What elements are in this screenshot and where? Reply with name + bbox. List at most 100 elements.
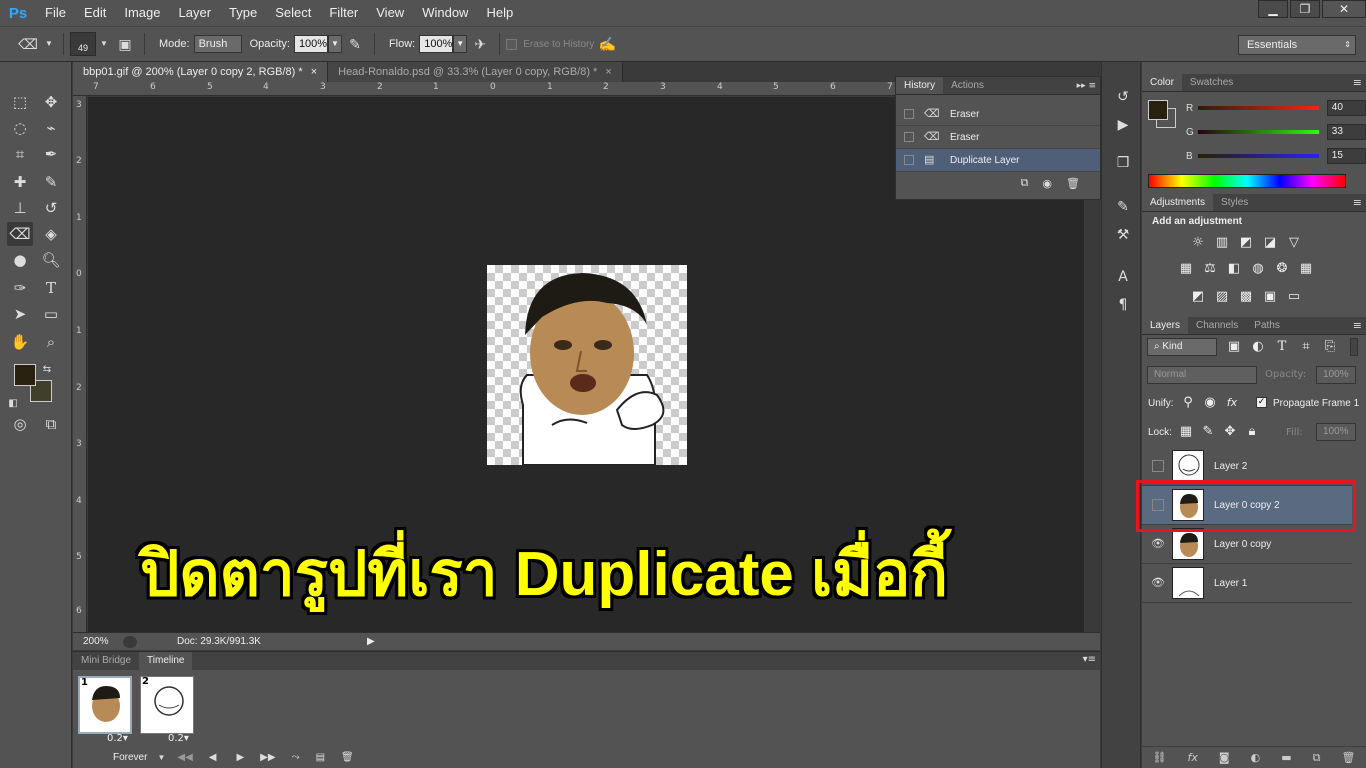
lock-all-icon[interactable]: 🔒︎ <box>1242 423 1262 441</box>
unify-style-icon[interactable]: fx <box>1222 394 1242 412</box>
panel-menu-icon[interactable]: ≡ <box>1353 317 1362 334</box>
vibrance-icon[interactable]: ▽ <box>1284 234 1304 252</box>
tool-presets-icon[interactable]: ⚒ <box>1110 224 1136 246</box>
tab-actions[interactable]: Actions <box>943 77 992 94</box>
eye-icon[interactable]: 👁︎ <box>1150 536 1166 552</box>
delete-frame-icon[interactable]: 🗑︎ <box>341 752 354 763</box>
lock-transparent-icon[interactable]: ▦ <box>1176 423 1196 441</box>
dropdown-arrow-icon[interactable]: ▼ <box>44 34 54 54</box>
filter-adjustment-icon[interactable]: ◐ <box>1248 338 1268 356</box>
layer-mask-icon[interactable]: ◙ <box>1219 751 1230 764</box>
eye-icon[interactable]: 👁︎ <box>1150 575 1166 591</box>
curves-icon[interactable]: ◩ <box>1236 234 1256 252</box>
eraser-tool-icon[interactable]: ⌫ <box>7 222 33 246</box>
character-panel-icon[interactable]: A <box>1110 266 1136 288</box>
menu-layer[interactable]: Layer <box>170 0 221 26</box>
layer-comps-icon[interactable]: ❒ <box>1110 152 1136 174</box>
hue-saturation-icon[interactable]: ▦ <box>1176 260 1196 278</box>
blue-value[interactable]: 15 <box>1326 148 1366 164</box>
play-icon[interactable]: ▶ <box>236 752 244 763</box>
filter-shape-icon[interactable]: ⌗ <box>1296 338 1316 356</box>
mode-select[interactable]: Brush <box>193 35 242 53</box>
brush-tool-icon[interactable]: ✎ <box>38 170 64 194</box>
pen-tool-icon[interactable]: ✑ <box>7 276 33 300</box>
panel-menu-icon[interactable]: ≡ <box>1353 74 1362 91</box>
close-tab-icon[interactable]: × <box>605 66 611 78</box>
blue-slider[interactable] <box>1198 154 1319 158</box>
layer-row[interactable]: 👁︎ Layer 1 <box>1142 564 1352 603</box>
menu-select[interactable]: Select <box>266 0 320 26</box>
duplicate-frame-icon[interactable]: ▤ <box>316 752 325 763</box>
dropdown-arrow-icon[interactable]: ▼ <box>157 753 165 762</box>
tab-styles[interactable]: Styles <box>1213 194 1256 211</box>
new-group-icon[interactable]: ▬ <box>1281 751 1291 764</box>
black-white-icon[interactable]: ◧ <box>1224 260 1244 278</box>
menu-view[interactable]: View <box>367 0 413 26</box>
propagate-checkbox[interactable]: ✓ <box>1256 397 1267 408</box>
link-layers-icon[interactable]: ⛓ <box>1153 751 1167 764</box>
layer-visibility-toggle[interactable] <box>1152 460 1164 472</box>
screen-mode-icon[interactable]: ⧉ <box>38 412 64 436</box>
menu-file[interactable]: File <box>36 0 75 26</box>
tab-layers[interactable]: Layers <box>1142 317 1189 334</box>
frame-delay[interactable]: 0.2▾ <box>107 733 128 744</box>
new-layer-icon[interactable]: ⧉ <box>1313 751 1321 765</box>
workspace-switcher[interactable]: Essentials ⇕ <box>1238 35 1356 55</box>
actions-panel-icon[interactable]: ▶ <box>1110 114 1136 136</box>
panel-menu-icon[interactable]: ≡ <box>1353 194 1362 211</box>
color-lookup-icon[interactable]: ▦ <box>1296 260 1316 278</box>
paragraph-panel-icon[interactable]: ¶ <box>1110 294 1136 316</box>
history-item[interactable]: ▤ Duplicate Layer <box>896 149 1100 172</box>
status-menu-arrow-icon[interactable]: ▶ <box>367 636 375 647</box>
delete-layer-icon[interactable]: 🗑︎ <box>1342 751 1356 764</box>
tablet-pressure-icon[interactable]: ✍ <box>597 34 617 54</box>
airbrush-icon[interactable]: ✈ <box>470 34 490 54</box>
brush-presets-icon[interactable]: ✎ <box>1110 196 1136 218</box>
opacity-field[interactable]: 100% <box>293 35 328 53</box>
lasso-tool-icon[interactable]: ◌ <box>7 116 33 140</box>
panel-menu-icon[interactable]: ▾≡ <box>1083 654 1096 665</box>
menu-filter[interactable]: Filter <box>320 0 367 26</box>
lock-position-icon[interactable]: ✥ <box>1220 423 1240 441</box>
menu-edit[interactable]: Edit <box>75 0 115 26</box>
invert-icon[interactable]: ◩ <box>1188 288 1208 306</box>
delete-state-icon[interactable]: 🗑︎ <box>1066 177 1080 190</box>
tween-icon[interactable]: ⤳ <box>292 752 300 763</box>
menu-window[interactable]: Window <box>413 0 477 26</box>
dodge-tool-icon[interactable]: 🔍︎ <box>38 248 64 272</box>
flow-field[interactable]: 100% <box>419 35 454 53</box>
filter-smart-object-icon[interactable]: ⎘ <box>1320 338 1340 356</box>
swap-colors-icon[interactable]: ⇆ <box>40 358 54 382</box>
selective-color-icon[interactable]: ▣ <box>1260 288 1280 306</box>
minimize-button[interactable]: ▁ <box>1258 0 1288 18</box>
doc-tab-head-ronaldo[interactable]: Head-Ronaldo.psd @ 33.3% (Layer 0 copy, … <box>328 62 623 82</box>
history-panel-icon[interactable]: ↺ <box>1110 86 1136 108</box>
marquee-tool-icon[interactable]: ⬚ <box>7 90 33 114</box>
green-value[interactable]: 33 <box>1326 124 1366 140</box>
unify-visibility-icon[interactable]: ◉ <box>1200 394 1220 412</box>
menu-type[interactable]: Type <box>220 0 266 26</box>
photo-filter-icon[interactable]: ◍ <box>1248 260 1268 278</box>
posterize-icon[interactable]: ▨ <box>1212 288 1232 306</box>
color-spectrum[interactable] <box>1148 174 1346 188</box>
layer-style-icon[interactable]: fx <box>1187 751 1197 764</box>
foreground-color-swatch[interactable] <box>14 364 36 386</box>
brush-panel-icon[interactable]: ▣ <box>115 34 135 54</box>
menu-image[interactable]: Image <box>115 0 169 26</box>
quick-select-tool-icon[interactable]: ⌁ <box>38 116 64 140</box>
zoom-tool-icon[interactable]: ⌕ <box>38 330 64 354</box>
brush-size-picker[interactable]: 49 <box>70 32 96 56</box>
close-tab-icon[interactable]: × <box>311 66 317 78</box>
history-snapshot-checkbox[interactable] <box>904 109 914 119</box>
dropdown-arrow-icon[interactable]: ▼ <box>99 34 109 54</box>
next-frame-icon[interactable]: ▶▶ <box>260 752 275 763</box>
hand-tool-icon[interactable]: ✋ <box>7 330 33 354</box>
tab-color[interactable]: Color <box>1142 74 1182 91</box>
tab-swatches[interactable]: Swatches <box>1182 74 1241 91</box>
layer-opacity-field[interactable]: 100% <box>1316 366 1356 384</box>
tab-timeline[interactable]: Timeline <box>139 652 193 670</box>
collapse-icon[interactable]: ▸▸ ≡ <box>1077 77 1096 94</box>
path-select-tool-icon[interactable]: ➤ <box>7 302 33 326</box>
menu-help[interactable]: Help <box>477 0 522 26</box>
filter-toggle[interactable] <box>1350 338 1358 356</box>
